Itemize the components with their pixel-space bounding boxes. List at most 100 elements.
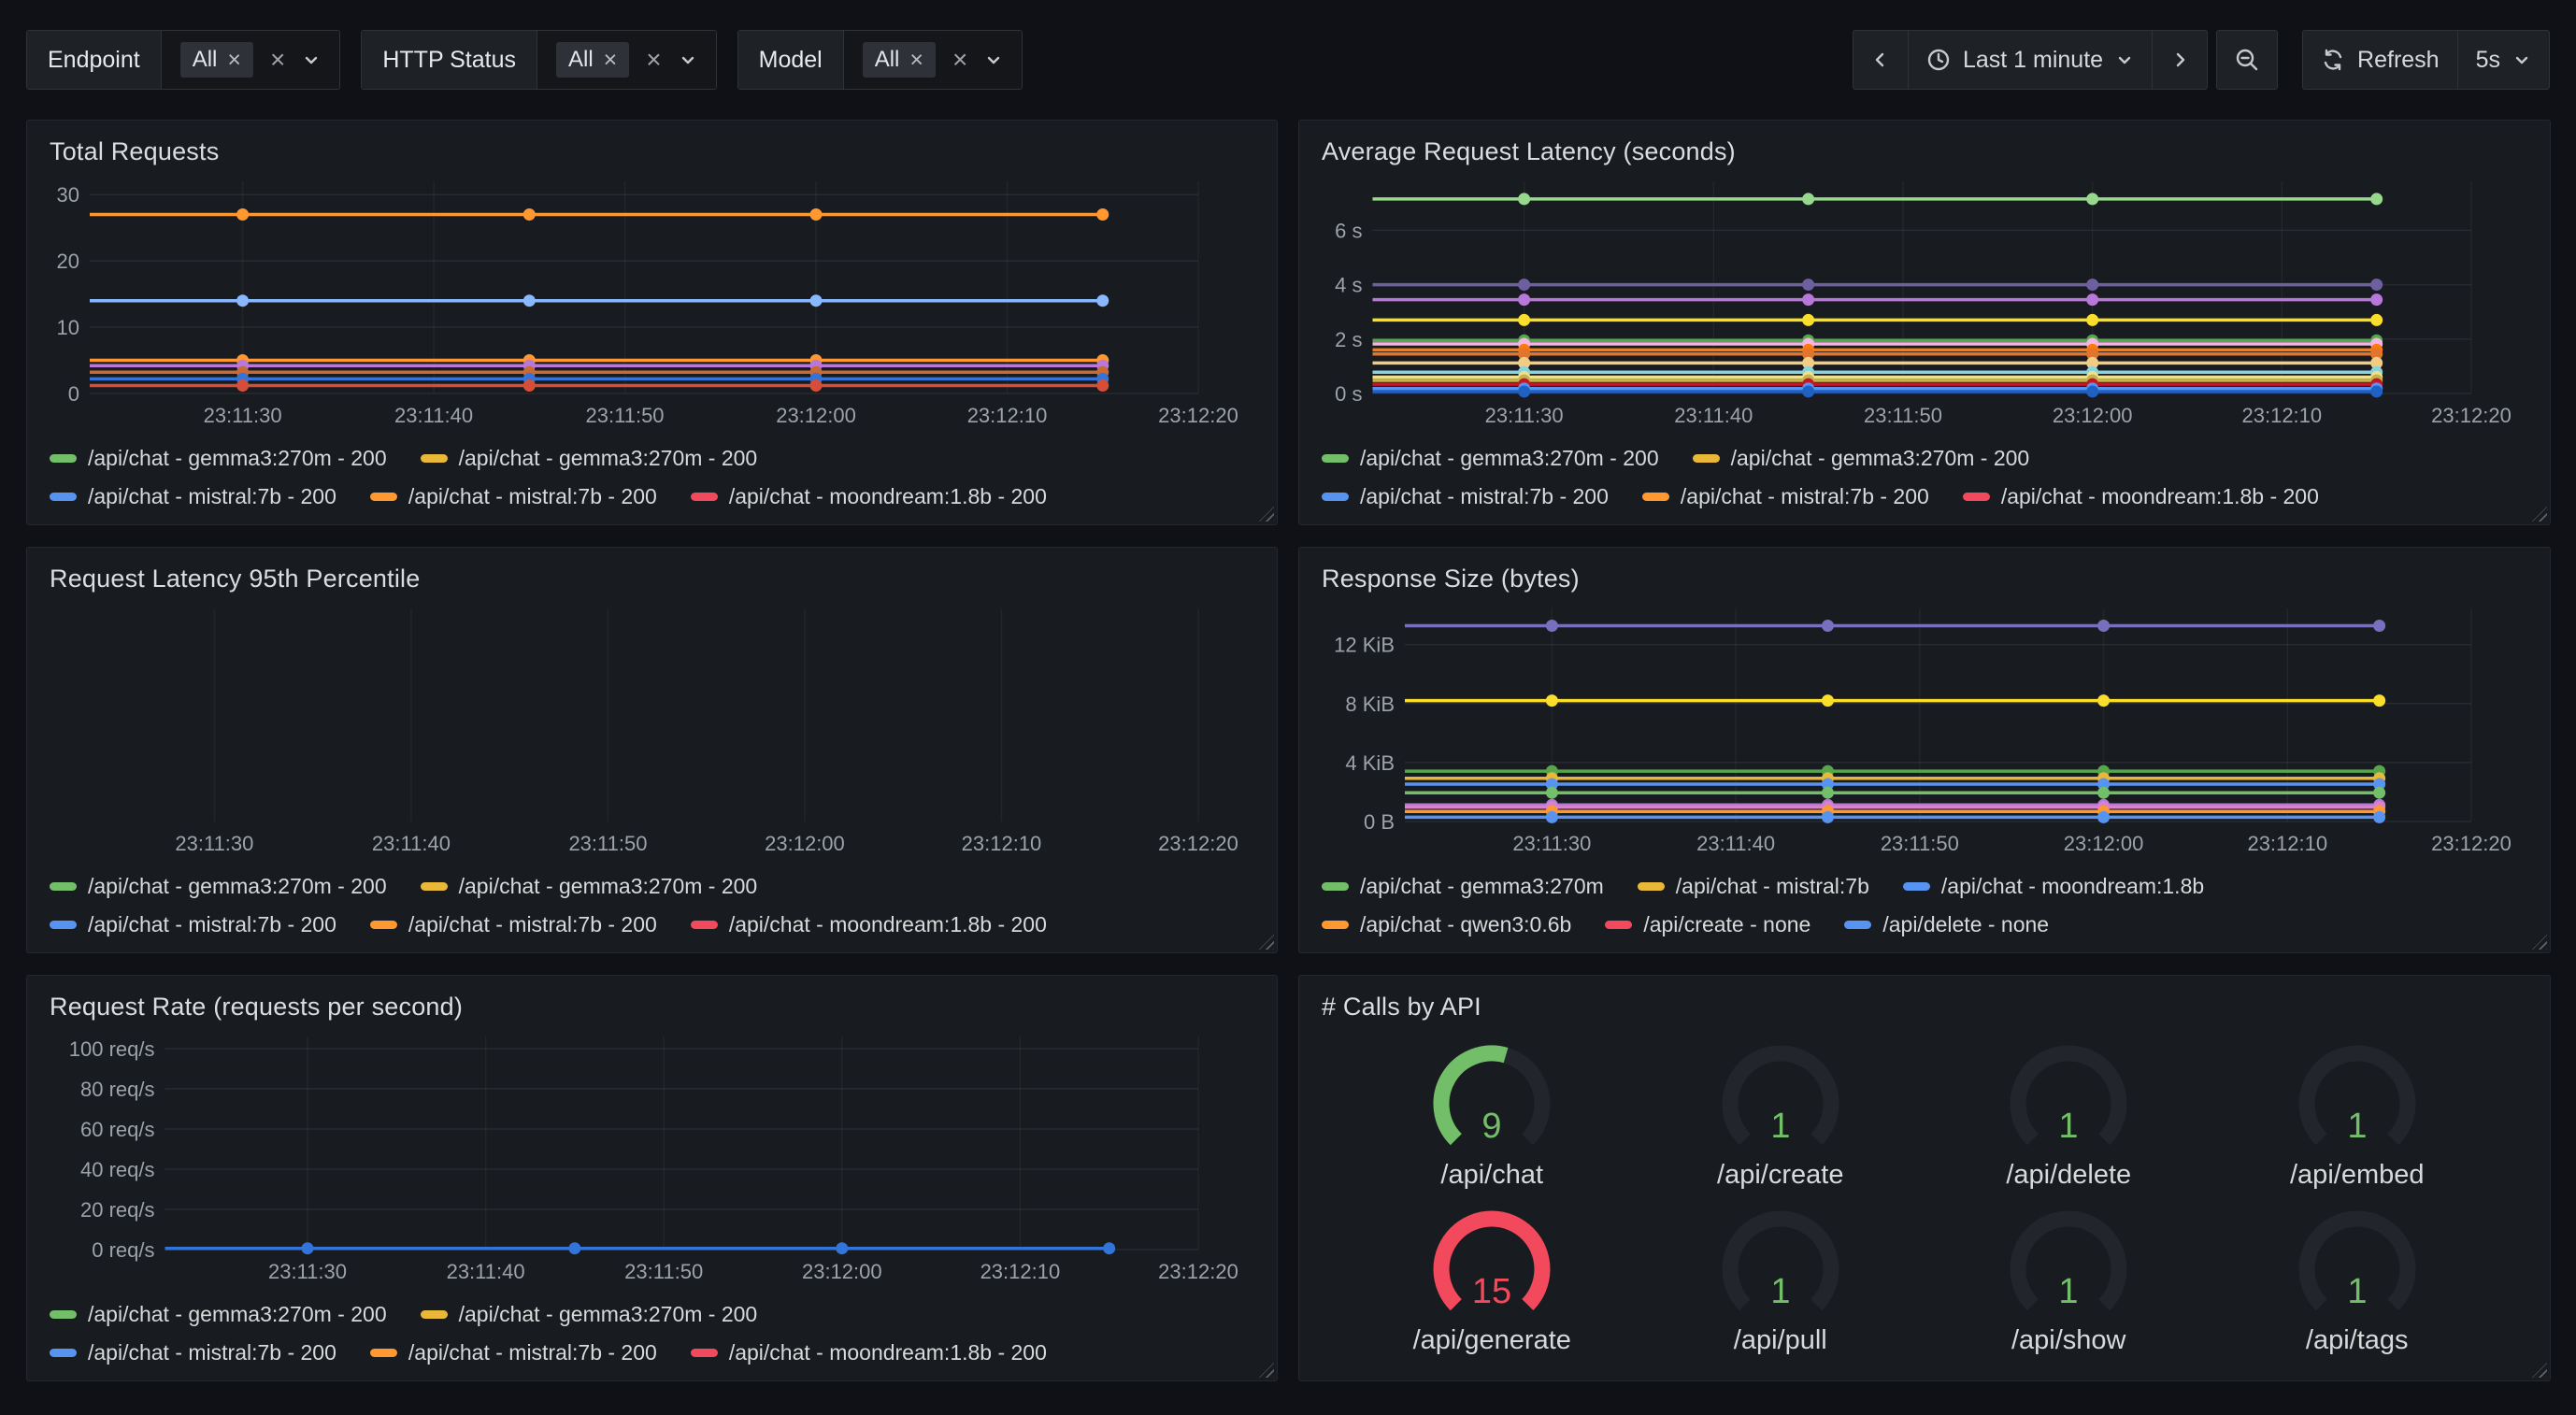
panel-resize-handle[interactable] — [1259, 1363, 1274, 1378]
legend-item[interactable]: /api/chat - mistral:7b - 200 — [370, 912, 657, 937]
time-forward-button[interactable] — [2152, 30, 2208, 90]
legend-series-swatch — [1903, 882, 1930, 891]
legend-item[interactable]: /api/delete - none — [1844, 912, 2049, 937]
svg-text:10: 10 — [57, 316, 79, 339]
svg-text:23:11:30: 23:11:30 — [1485, 404, 1564, 427]
chip-remove-icon[interactable]: × — [604, 49, 618, 72]
panel-resize-handle[interactable] — [2532, 507, 2547, 522]
chip-remove-icon[interactable]: × — [909, 49, 923, 72]
legend-row: /api/chat - mistral:7b - 200/api/chat - … — [1322, 484, 2529, 509]
svg-text:23:11:40: 23:11:40 — [447, 1260, 525, 1283]
panel-resize-handle[interactable] — [1259, 935, 1274, 950]
filter-chip[interactable]: All × — [863, 42, 936, 78]
legend-item[interactable]: /api/chat - qwen3:0.6b — [1322, 912, 1571, 937]
legend-item[interactable]: /api/chat - mistral:7b - 200 — [370, 484, 657, 509]
panel-resize-handle[interactable] — [2532, 935, 2547, 950]
legend-item[interactable]: /api/chat - mistral:7b - 200 — [1642, 484, 1929, 509]
legend-series-label: /api/chat - gemma3:270m - 200 — [459, 446, 758, 471]
filter-value-picker[interactable]: All × × — [162, 31, 340, 89]
chart-legend: /api/chat - gemma3:270m - 200/api/chat -… — [48, 1285, 1256, 1367]
legend-item[interactable]: /api/chat - mistral:7b - 200 — [50, 912, 336, 937]
svg-text:23:12:00: 23:12:00 — [765, 832, 845, 855]
legend-item[interactable]: /api/chat - gemma3:270m - 200 — [421, 446, 758, 471]
clock-icon — [1926, 48, 1951, 72]
time-range-picker[interactable]: Last 1 minute — [1908, 30, 2153, 90]
gauge-api-delete[interactable]: 1/api/delete — [1989, 1036, 2148, 1191]
svg-text:8 KiB: 8 KiB — [1345, 693, 1395, 716]
refresh-button[interactable]: Refresh — [2302, 30, 2458, 90]
legend-item[interactable]: /api/chat - gemma3:270m - 200 — [50, 446, 387, 471]
legend-item[interactable]: /api/chat - moondream:1.8b - 200 — [1963, 484, 2319, 509]
filter-value-picker[interactable]: All × × — [537, 31, 716, 89]
legend-series-label: /api/chat - mistral:7b - 200 — [88, 1340, 336, 1365]
chevron-down-icon[interactable] — [984, 50, 1003, 69]
filter-chip[interactable]: All × — [556, 42, 629, 78]
chip-remove-icon[interactable]: × — [227, 49, 241, 72]
svg-text:4 s: 4 s — [1335, 274, 1362, 297]
clear-filter-icon[interactable]: × — [646, 47, 661, 73]
legend-item[interactable]: /api/chat - gemma3:270m - 200 — [1322, 446, 1659, 471]
legend-row: /api/chat - qwen3:0.6b/api/create - none… — [1322, 912, 2529, 937]
gauge-api-show[interactable]: 1/api/show — [1989, 1202, 2148, 1356]
chevron-down-icon[interactable] — [302, 50, 321, 69]
clear-filter-icon[interactable]: × — [270, 47, 285, 73]
gauge-arc: 1 — [1989, 1202, 2148, 1327]
legend-row: /api/chat - gemma3:270m - 200/api/chat -… — [50, 446, 1256, 471]
legend-series-swatch — [1605, 921, 1632, 929]
request-rate-chart[interactable]: 23:11:3023:11:4023:11:5023:12:0023:12:10… — [48, 1025, 1256, 1285]
legend-item[interactable]: /api/chat - moondream:1.8b - 200 — [691, 484, 1047, 509]
gauge-api-tags[interactable]: 1/api/tags — [2278, 1202, 2437, 1356]
legend-item[interactable]: /api/chat - mistral:7b - 200 — [50, 484, 336, 509]
filter-value-picker[interactable]: All × × — [844, 31, 1023, 89]
svg-text:23:11:30: 23:11:30 — [268, 1260, 347, 1283]
legend-item[interactable]: /api/chat - mistral:7b — [1638, 874, 1869, 899]
panel-resize-handle[interactable] — [2532, 1363, 2547, 1378]
filter-chip[interactable]: All × — [180, 42, 253, 78]
legend-row: /api/chat - mistral:7b - 200/api/chat - … — [50, 912, 1256, 937]
legend-item[interactable]: /api/chat - gemma3:270m — [1322, 874, 1604, 899]
legend-item[interactable]: /api/create - none — [1605, 912, 1810, 937]
panel-resize-handle[interactable] — [1259, 507, 1274, 522]
gauge-api-pull[interactable]: 1/api/pull — [1701, 1202, 1860, 1356]
clear-filter-icon[interactable]: × — [952, 47, 967, 73]
gauge-api-generate[interactable]: 15/api/generate — [1412, 1202, 1571, 1356]
legend-item[interactable]: /api/chat - mistral:7b - 200 — [50, 1340, 336, 1365]
gauge-label: /api/chat — [1440, 1160, 1543, 1191]
legend-item[interactable]: /api/chat - gemma3:270m - 200 — [1693, 446, 2030, 471]
legend-series-swatch — [50, 1310, 77, 1319]
svg-text:23:12:00: 23:12:00 — [776, 404, 856, 427]
panel-avg-latency: Average Request Latency (seconds) 23:11:… — [1298, 120, 2551, 525]
response-size-chart[interactable]: 23:11:3023:11:4023:11:5023:12:0023:12:10… — [1320, 597, 2529, 857]
svg-text:23:11:30: 23:11:30 — [175, 832, 253, 855]
legend-item[interactable]: /api/chat - gemma3:270m - 200 — [50, 874, 387, 899]
legend-series-swatch — [691, 493, 718, 501]
legend-item[interactable]: /api/chat - mistral:7b - 200 — [370, 1340, 657, 1365]
total-requests-chart[interactable]: 23:11:3023:11:4023:11:5023:12:0023:12:10… — [48, 170, 1256, 429]
legend-row: /api/chat - gemma3:270m - 200/api/chat -… — [1322, 446, 2529, 471]
refresh-interval-picker[interactable]: 5s — [2457, 30, 2550, 90]
panel-calls-by-api: # Calls by API 9/api/chat1/api/create1/a… — [1298, 975, 2551, 1381]
gauge-api-create[interactable]: 1/api/create — [1701, 1036, 1860, 1191]
legend-item[interactable]: /api/chat - gemma3:270m - 200 — [50, 1302, 387, 1327]
gauge-api-embed[interactable]: 1/api/embed — [2278, 1036, 2437, 1191]
svg-text:23:12:10: 23:12:10 — [980, 1260, 1061, 1283]
legend-series-label: /api/chat - gemma3:270m - 200 — [459, 874, 758, 899]
gauge-api-chat[interactable]: 9/api/chat — [1412, 1036, 1571, 1191]
legend-item[interactable]: /api/chat - gemma3:270m - 200 — [421, 1302, 758, 1327]
chevron-down-icon[interactable] — [679, 50, 697, 69]
legend-item[interactable]: /api/chat - moondream:1.8b - 200 — [691, 912, 1047, 937]
time-back-button[interactable] — [1853, 30, 1909, 90]
avg-latency-chart[interactable]: 23:11:3023:11:4023:11:5023:12:0023:12:10… — [1320, 170, 2529, 429]
svg-text:23:12:00: 23:12:00 — [2064, 832, 2144, 855]
gauge-value: 1 — [2347, 1107, 2367, 1146]
legend-series-label: /api/chat - mistral:7b - 200 — [1681, 484, 1929, 509]
legend-item[interactable]: /api/chat - moondream:1.8b — [1903, 874, 2204, 899]
legend-item[interactable]: /api/chat - mistral:7b - 200 — [1322, 484, 1609, 509]
latency-p95-chart[interactable]: 23:11:3023:11:4023:11:5023:12:0023:12:10… — [48, 597, 1256, 857]
legend-item[interactable]: /api/chat - moondream:1.8b - 200 — [691, 1340, 1047, 1365]
zoom-out-button[interactable] — [2216, 30, 2278, 90]
legend-item[interactable]: /api/chat - gemma3:270m - 200 — [421, 874, 758, 899]
svg-text:23:12:00: 23:12:00 — [802, 1260, 882, 1283]
gauge-label: /api/delete — [2006, 1160, 2131, 1191]
panel-title: # Calls by API — [1322, 993, 2529, 1022]
